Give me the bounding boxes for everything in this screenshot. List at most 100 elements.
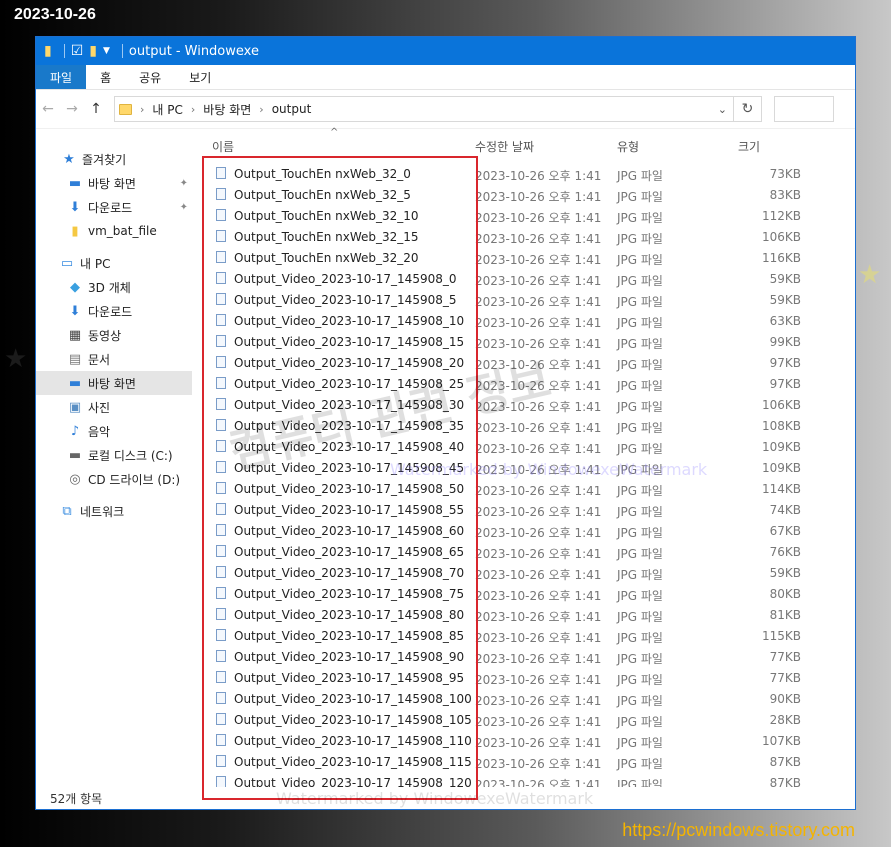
tab-share[interactable]: 공유 [125,65,175,89]
sidebar-item-label: 다운로드 [88,304,133,319]
file-row[interactable]: Output_Video_2023-10-17_145908_45 2023-10… [202,457,855,478]
file-row[interactable]: Output_Video_2023-10-17_145908_75 2023-10… [202,583,855,604]
file-name: Output_Video_2023-10-17_145908_95 [234,671,465,685]
file-row[interactable]: Output_Video_2023-10-17_145908_80 2023-10… [202,604,855,625]
file-date: 2023-10-26 오후 1:41 [475,778,602,787]
file-row[interactable]: Output_TouchEn nxWeb_32_15 2023-10-26 오후 … [202,226,855,247]
file-size: 106KB [761,230,801,244]
chevron-down-icon[interactable]: ▼ [103,46,110,56]
file-row[interactable]: Output_Video_2023-10-17_145908_35 2023-10… [202,415,855,436]
file-type: JPG 파일 [617,484,663,498]
sidebar-item-local-disk[interactable]: ▬ 로컬 디스크 (C:) [36,443,192,467]
tab-view[interactable]: 보기 [175,65,225,89]
forward-arrow-icon[interactable]: → [60,101,84,117]
file-row[interactable]: Output_Video_2023-10-17_145908_65 2023-10… [202,541,855,562]
sidebar-item-music[interactable]: ♪ 음악 [36,419,192,443]
sidebar-item-network[interactable]: ⧉ 네트워크 [36,499,192,523]
address-bar[interactable]: › 내 PC › 바탕 화면 › output ⌄ [114,96,734,122]
pin-icon[interactable]: ✦ [180,178,188,189]
file-row[interactable]: Output_Video_2023-10-17_145908_105 2023-1… [202,709,855,730]
file-size: 73KB [769,167,801,181]
file-row[interactable]: Output_Video_2023-10-17_145908_115 2023-1… [202,751,855,772]
column-header-type[interactable]: 유형 [617,138,639,155]
file-row[interactable]: Output_TouchEn nxWeb_32_5 2023-10-26 오후 1… [202,184,855,205]
file-row[interactable]: Output_Video_2023-10-17_145908_50 2023-10… [202,478,855,499]
sidebar-item-vm-bat-file[interactable]: ▮ vm_bat_file [36,219,192,243]
search-input[interactable] [774,96,834,122]
file-row[interactable]: Output_Video_2023-10-17_145908_85 2023-10… [202,625,855,646]
sidebar-item-label: 3D 개체 [88,280,131,295]
sidebar-item-videos[interactable]: ▦ 동영상 [36,323,192,347]
breadcrumb-output[interactable]: output [272,102,312,116]
file-row[interactable]: Output_TouchEn nxWeb_32_20 2023-10-26 오후 … [202,247,855,268]
new-folder-icon[interactable]: ▮ [89,44,97,58]
file-row[interactable]: Output_Video_2023-10-17_145908_70 2023-10… [202,562,855,583]
image-file-icon [216,461,226,473]
column-header-date[interactable]: 수정한 날짜 [475,138,534,155]
image-file-icon [216,650,226,662]
up-arrow-icon[interactable]: ↑ [84,101,108,117]
image-file-icon [216,755,226,767]
sidebar-item-downloads-pinned[interactable]: ⬇ 다운로드 ✦ [36,195,192,219]
chevron-right-icon[interactable]: › [191,103,195,116]
breadcrumb-pc[interactable]: 내 PC [152,101,182,118]
sidebar-item-favorites[interactable]: ★ 즐겨찾기 [36,147,192,171]
file-row[interactable]: Output_Video_2023-10-17_145908_90 2023-10… [202,646,855,667]
file-row[interactable]: Output_Video_2023-10-17_145908_120 2023-1… [202,772,855,787]
chevron-right-icon[interactable]: › [140,103,144,116]
file-row[interactable]: Output_Video_2023-10-17_145908_100 2023-1… [202,688,855,709]
file-size: 80KB [769,587,801,601]
refresh-button[interactable]: ↻ [734,96,762,122]
file-row[interactable]: Output_TouchEn nxWeb_32_10 2023-10-26 오후 … [202,205,855,226]
file-date: 2023-10-26 오후 1:41 [475,421,602,435]
file-row[interactable]: Output_Video_2023-10-17_145908_30 2023-10… [202,394,855,415]
chevron-down-icon[interactable]: ⌄ [718,103,727,116]
file-name: Output_Video_2023-10-17_145908_105 [234,713,472,727]
file-row[interactable]: Output_Video_2023-10-17_145908_5 2023-10-… [202,289,855,310]
sidebar-item-3d-objects[interactable]: ◆ 3D 개체 [36,275,192,299]
sort-arrow-icon: ^ [330,127,339,138]
file-name: Output_Video_2023-10-17_145908_0 [234,272,457,286]
file-type: JPG 파일 [617,631,663,645]
file-name: Output_Video_2023-10-17_145908_40 [234,440,465,454]
sidebar-item-pictures[interactable]: ▣ 사진 [36,395,192,419]
file-row[interactable]: Output_Video_2023-10-17_145908_55 2023-10… [202,499,855,520]
file-size: 108KB [761,419,801,433]
column-header-name[interactable]: 이름 [212,138,234,155]
file-row[interactable]: Output_Video_2023-10-17_145908_60 2023-10… [202,520,855,541]
file-row[interactable]: Output_TouchEn nxWeb_32_0 2023-10-26 오후 1… [202,163,855,184]
column-header-size[interactable]: 크기 [738,138,760,155]
file-row[interactable]: Output_Video_2023-10-17_145908_20 2023-10… [202,352,855,373]
tab-home[interactable]: 홈 [86,65,125,89]
file-row[interactable]: Output_Video_2023-10-17_145908_0 2023-10-… [202,268,855,289]
file-size: 112KB [761,209,801,223]
pin-icon[interactable]: ✦ [180,202,188,213]
file-type: JPG 파일 [617,316,663,330]
file-row[interactable]: Output_Video_2023-10-17_145908_25 2023-10… [202,373,855,394]
file-row[interactable]: Output_Video_2023-10-17_145908_110 2023-1… [202,730,855,751]
file-row[interactable]: Output_Video_2023-10-17_145908_40 2023-10… [202,436,855,457]
sidebar-item-documents[interactable]: ▤ 문서 [36,347,192,371]
file-type: JPG 파일 [617,169,663,183]
file-list: ^ 이름 수정한 날짜 유형 크기 Output_TouchEn nxWeb_3… [202,127,855,787]
sidebar-item-cd-drive[interactable]: ◎ CD 드라이브 (D:) [36,467,192,491]
sidebar-item-desktop-pinned[interactable]: ▬ 바탕 화면 ✦ [36,171,192,195]
sidebar-item-label: 문서 [88,352,111,367]
sidebar-item-desktop[interactable]: ▬ 바탕 화면 [36,371,192,395]
back-arrow-icon[interactable]: ← [36,101,60,117]
image-file-icon [216,419,226,431]
breadcrumb-desktop[interactable]: 바탕 화면 [203,101,251,118]
file-date: 2023-10-26 오후 1:41 [475,400,602,414]
sidebar-item-downloads[interactable]: ⬇ 다운로드 [36,299,192,323]
tab-file[interactable]: 파일 [36,65,87,89]
file-name: Output_Video_2023-10-17_145908_25 [234,377,465,391]
chevron-right-icon[interactable]: › [259,103,263,116]
file-row[interactable]: Output_Video_2023-10-17_145908_10 2023-10… [202,310,855,331]
sidebar-item-this-pc[interactable]: ▭ 내 PC [36,251,192,275]
file-row[interactable]: Output_Video_2023-10-17_145908_15 2023-10… [202,331,855,352]
properties-icon[interactable]: ☑ [71,44,84,58]
file-name: Output_Video_2023-10-17_145908_70 [234,566,465,580]
file-type: JPG 파일 [617,442,663,456]
file-type: JPG 파일 [617,505,663,519]
file-row[interactable]: Output_Video_2023-10-17_145908_95 2023-10… [202,667,855,688]
